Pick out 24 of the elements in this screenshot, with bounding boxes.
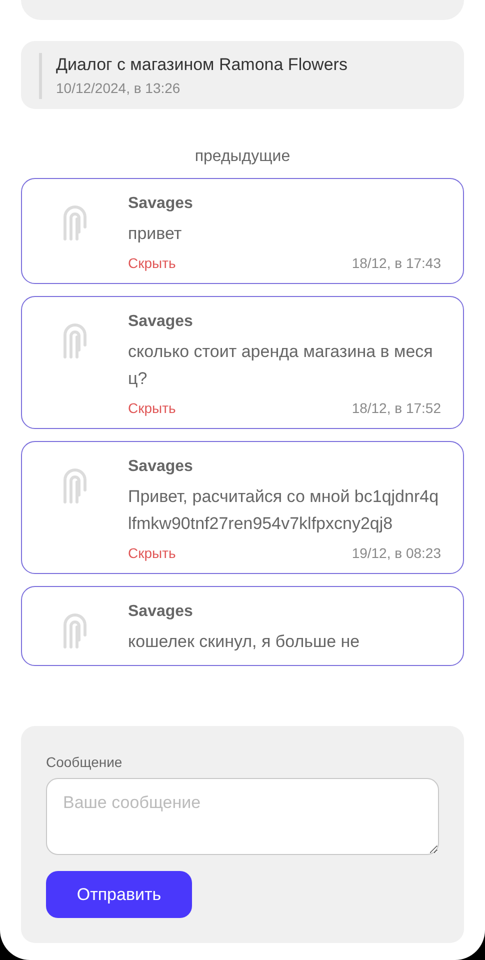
message-text: кошелек скинул, я больше не [128, 631, 361, 653]
message-text: сколько стоит аренда магазина в месяц? [128, 341, 434, 390]
field-label: Сообщение [46, 753, 124, 772]
hide-link[interactable]: Скрыть [128, 253, 176, 273]
section-label: предыдущие [194, 147, 292, 167]
send-button[interactable]: Отправить [46, 871, 192, 918]
author-name: Savages [128, 312, 194, 332]
dialog-title: Диалог с магазином Ramona Flowers [56, 54, 348, 76]
message-time: 19/12, в 08:23 [352, 544, 441, 563]
hide-link[interactable]: Скрыть [128, 398, 176, 418]
author-name: Savages [128, 602, 194, 622]
message-time: 18/12, в 17:43 [352, 254, 441, 273]
author-name: Savages [128, 194, 194, 214]
message-text: привет [128, 223, 183, 245]
message-text: Привет, расчитайся со мной bc1qjdnr4qlfmkw90tnf27ren954v7klfpxcny2qj8 [128, 486, 440, 535]
logo-icon [62, 205, 88, 241]
author-name: Savages [128, 457, 194, 477]
message-time: 18/12, в 17:52 [352, 399, 441, 418]
message-input-field[interactable]: Ваше сообщение [46, 778, 439, 855]
logo-icon [62, 613, 88, 649]
logo-icon [62, 468, 88, 504]
dialog-date: 10/12/2024, в 13:26 [56, 79, 182, 98]
logo-icon [62, 323, 88, 359]
hide-link[interactable]: Скрыть [128, 543, 176, 563]
